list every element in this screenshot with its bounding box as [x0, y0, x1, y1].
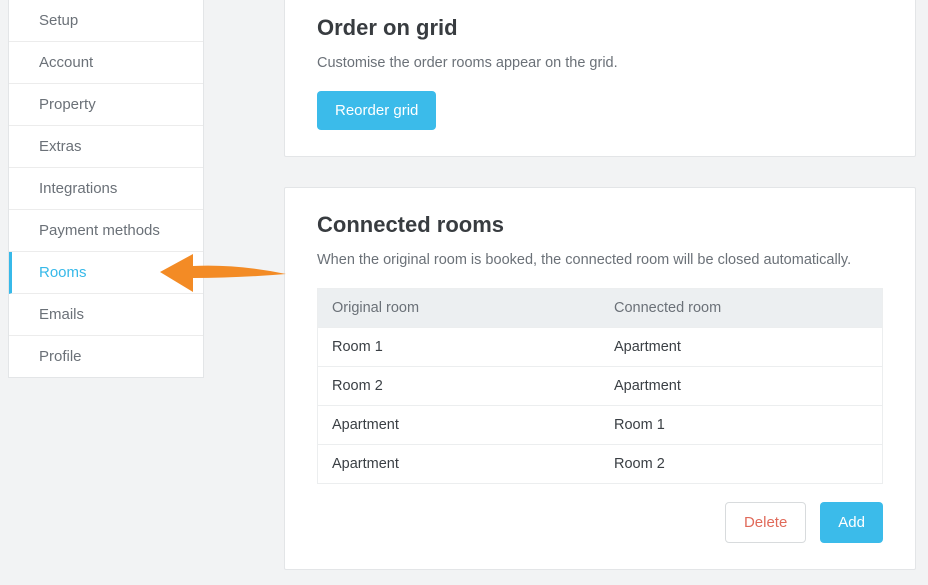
sidebar-item-account[interactable]: Account — [9, 42, 203, 84]
sidebar-item-setup[interactable]: Setup — [9, 0, 203, 42]
cell-original: Room 1 — [318, 328, 601, 367]
sidebar: Setup Account Property Extras Integratio… — [0, 0, 214, 585]
table-row: Room 2 Apartment — [318, 367, 883, 406]
sidebar-item-property[interactable]: Property — [9, 84, 203, 126]
cell-connected: Room 1 — [600, 406, 883, 445]
add-button[interactable]: Add — [820, 502, 883, 543]
delete-button[interactable]: Delete — [725, 502, 806, 543]
cell-original: Apartment — [318, 445, 601, 484]
order-on-grid-card: Order on grid Customise the order rooms … — [284, 0, 916, 157]
col-header-connected: Connected room — [600, 289, 883, 328]
cell-connected: Apartment — [600, 367, 883, 406]
sidebar-item-emails[interactable]: Emails — [9, 294, 203, 336]
table-row: Apartment Room 1 — [318, 406, 883, 445]
sidebar-list: Setup Account Property Extras Integratio… — [8, 0, 204, 378]
sidebar-item-profile[interactable]: Profile — [9, 336, 203, 377]
order-on-grid-title: Order on grid — [317, 15, 883, 41]
table-row: Apartment Room 2 — [318, 445, 883, 484]
order-on-grid-description: Customise the order rooms appear on the … — [317, 55, 883, 71]
connected-rooms-actions: Delete Add — [317, 502, 883, 543]
reorder-grid-button[interactable]: Reorder grid — [317, 91, 436, 130]
connected-rooms-title: Connected rooms — [317, 212, 883, 238]
cell-connected: Apartment — [600, 328, 883, 367]
cell-original: Apartment — [318, 406, 601, 445]
col-header-original: Original room — [318, 289, 601, 328]
main-content: Order on grid Customise the order rooms … — [214, 0, 928, 585]
connected-rooms-description: When the original room is booked, the co… — [317, 252, 883, 268]
cell-original: Room 2 — [318, 367, 601, 406]
sidebar-item-extras[interactable]: Extras — [9, 126, 203, 168]
sidebar-item-rooms[interactable]: Rooms — [9, 252, 203, 294]
sidebar-item-integrations[interactable]: Integrations — [9, 168, 203, 210]
cell-connected: Room 2 — [600, 445, 883, 484]
connected-rooms-card: Connected rooms When the original room i… — [284, 187, 916, 570]
table-row: Room 1 Apartment — [318, 328, 883, 367]
connected-rooms-table: Original room Connected room Room 1 Apar… — [317, 288, 883, 484]
sidebar-item-payment-methods[interactable]: Payment methods — [9, 210, 203, 252]
